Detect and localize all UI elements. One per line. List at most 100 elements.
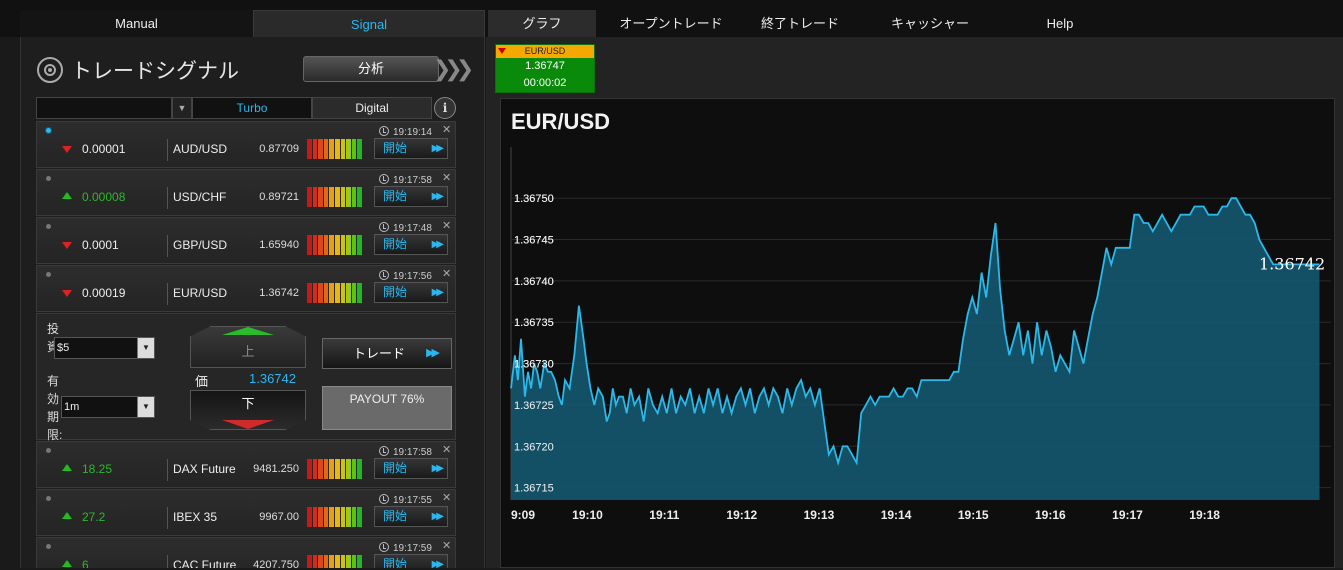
fast-forward-icon: ▶▶ [431, 287, 445, 298]
signal-price: 1.65940 [259, 239, 299, 251]
signal-asset: GBP/USD [173, 238, 228, 252]
tab-signal[interactable]: Signal [253, 10, 485, 37]
price-value: 1.36742 [249, 371, 296, 386]
tab-manual[interactable]: Manual [20, 10, 253, 37]
signal-row[interactable]: 19:17:58 ✕ 18.25 DAX Future 9481.250 開始 ▶… [36, 441, 456, 488]
strength-bar [329, 139, 334, 159]
strength-bar [357, 507, 362, 527]
close-icon[interactable]: ✕ [442, 219, 451, 232]
up-arrow-icon [62, 560, 72, 567]
asset-filter-select[interactable] [36, 97, 172, 119]
clock-icon [379, 126, 389, 136]
close-icon[interactable]: ✕ [442, 171, 451, 184]
strength-bar [307, 187, 312, 207]
y-tick-label: 1.36715 [514, 483, 554, 495]
strength-bar [312, 283, 318, 303]
x-tick-label: 19:14 [881, 508, 912, 522]
open-trade-button[interactable]: 開始 ▶▶ [374, 458, 448, 479]
open-trade-button[interactable]: 開始 ▶▶ [374, 138, 448, 159]
signal-time: 19:17:48 [379, 222, 432, 234]
strength-bar [312, 235, 318, 255]
signal-row[interactable]: 19:19:14 ✕ 0.00001 AUD/USD 0.87709 開始 ▶▶ [36, 121, 456, 168]
asset-mini-card[interactable]: EUR/USD 1.36747 00:00:02 [495, 44, 595, 93]
clock-icon [379, 446, 389, 456]
signal-change: 18.25 [82, 462, 113, 476]
chevron-down-icon[interactable]: ▼ [172, 97, 192, 119]
invest-select[interactable]: $5 ▼ [54, 337, 155, 359]
fast-forward-icon: ▶▶ [431, 239, 445, 250]
strength-bar [357, 459, 362, 479]
price-chart: EUR/USD 1.36750 1.36745 1.36740 1.36735 1.36… [500, 98, 1335, 568]
info-icon[interactable]: i [434, 97, 456, 119]
close-icon[interactable]: ✕ [442, 267, 451, 280]
tab-graph[interactable]: グラフ [488, 10, 596, 37]
strength-bar [351, 555, 357, 568]
strength-bar [351, 507, 357, 527]
tab-closed-trades[interactable]: 終了トレード [745, 10, 855, 37]
down-label: 下 [241, 396, 255, 411]
expiry-select[interactable]: 1m ▼ [61, 396, 155, 418]
divider [167, 507, 168, 529]
signal-row[interactable]: 19:17:48 ✕ 0.0001 GBP/USD 1.65940 開始 ▶▶ [36, 217, 456, 264]
close-icon[interactable]: ✕ [442, 123, 451, 136]
strength-bar [307, 555, 312, 568]
analysis-button[interactable]: 分析 [303, 56, 439, 82]
open-trade-button[interactable]: 開始 ▶▶ [374, 186, 448, 207]
strength-bar [346, 187, 351, 207]
open-trade-button[interactable]: 開始 ▶▶ [374, 234, 448, 255]
open-trade-button[interactable]: 開始 ▶▶ [374, 506, 448, 527]
divider [167, 459, 168, 481]
open-button-label: 開始 [383, 461, 408, 475]
trade-button[interactable]: トレード ▶▶ [322, 338, 452, 369]
close-icon[interactable]: ✕ [442, 539, 451, 552]
strength-bar [312, 459, 318, 479]
signal-strength-meter [307, 187, 362, 207]
target-icon [37, 57, 63, 83]
tab-help[interactable]: Help [1025, 10, 1095, 37]
signal-row[interactable]: 19:17:55 ✕ 27.2 IBEX 35 9967.00 開始 ▶▶ [36, 489, 456, 536]
strength-bar [323, 507, 329, 527]
strength-bar [323, 187, 329, 207]
tab-digital[interactable]: Digital [312, 97, 432, 119]
strength-bar [307, 283, 312, 303]
tab-turbo[interactable]: Turbo [192, 97, 312, 119]
strength-bar [334, 555, 340, 568]
strength-bar [329, 555, 334, 568]
close-icon[interactable]: ✕ [442, 491, 451, 504]
signal-time-value: 19:17:55 [393, 495, 432, 506]
x-tick-label: 19:16 [1035, 508, 1066, 522]
signal-row[interactable]: 19:17:56 ✕ 0.00019 EUR/USD 1.36742 開始 ▶▶ [36, 265, 456, 312]
open-trade-button[interactable]: 開始 ▶▶ [374, 554, 448, 568]
strength-bar [323, 139, 329, 159]
signal-row[interactable]: 19:17:59 ✕ 6 CAC Future 4207.750 開始 ▶▶ [36, 537, 456, 568]
expiry-label: 有効期限: [47, 374, 63, 442]
strength-bar [318, 459, 323, 479]
signal-time: 19:17:55 [379, 494, 432, 506]
signal-change: 0.00008 [82, 190, 126, 204]
signal-time: 19:17:58 [379, 174, 432, 186]
signal-strength-meter [307, 555, 362, 568]
down-arrow-icon [62, 242, 72, 249]
tab-open-trades[interactable]: オープントレード [606, 10, 736, 37]
x-tick-label: 19:13 [804, 508, 835, 522]
mini-card-header: EUR/USD [496, 45, 594, 58]
y-tick-label: 1.36720 [514, 441, 554, 453]
fast-forward-icon: ▶▶ [431, 559, 445, 568]
strength-bar [351, 187, 357, 207]
status-dot [46, 224, 51, 229]
chart-title: EUR/USD [511, 109, 611, 134]
strength-bar [346, 235, 351, 255]
trade-panel: 投資: $5 ▼ 有効期限: 1m ▼ 上 価 1.36742 下 トレード ▶… [36, 313, 456, 442]
strength-bar [346, 139, 351, 159]
y-tick-label: 1.36735 [514, 317, 554, 329]
signal-row[interactable]: 19:17:58 ✕ 0.00008 USD/CHF 0.89721 開始 ▶▶ [36, 169, 456, 216]
close-icon[interactable]: ✕ [442, 443, 451, 456]
up-arrow-icon [62, 464, 72, 471]
signal-strength-meter [307, 459, 362, 479]
up-arrow-icon [222, 327, 274, 335]
strength-bar [312, 139, 318, 159]
tab-cashier[interactable]: キャッシャー [875, 10, 985, 37]
strength-bar [329, 283, 334, 303]
open-trade-button[interactable]: 開始 ▶▶ [374, 282, 448, 303]
signal-asset: AUD/USD [173, 142, 228, 156]
